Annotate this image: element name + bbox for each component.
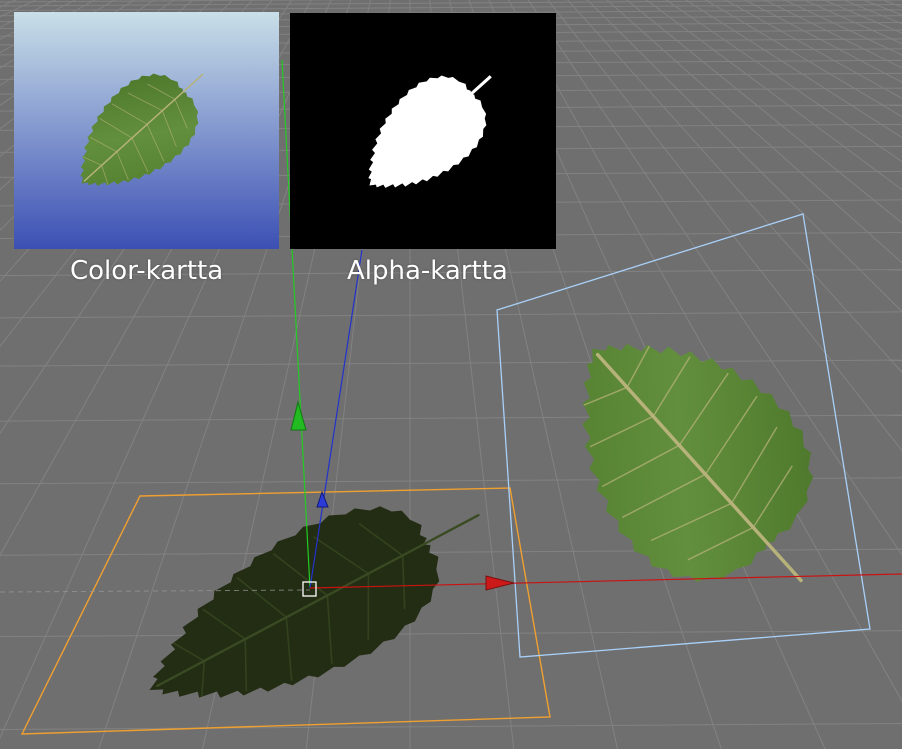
3d-viewport[interactable]: Color-kartta Alpha-kartta <box>0 0 902 749</box>
ground-plane[interactable] <box>0 452 551 749</box>
z-axis-cone-handle[interactable] <box>316 490 329 508</box>
grid-line <box>0 359 902 367</box>
color-map-preview <box>14 12 279 249</box>
color-map-caption: Color-kartta <box>70 256 224 286</box>
grid-line <box>0 630 902 638</box>
alpha-map-preview <box>290 13 556 249</box>
grid-line <box>0 548 902 556</box>
grid-line <box>0 722 902 730</box>
x-axis-arrow-handle[interactable] <box>485 575 515 591</box>
y-axis-arrow-handle[interactable] <box>290 400 307 431</box>
ground-leaf <box>115 458 509 749</box>
viewport-scene <box>0 0 902 749</box>
alpha-map-caption: Alpha-kartta <box>347 256 508 286</box>
